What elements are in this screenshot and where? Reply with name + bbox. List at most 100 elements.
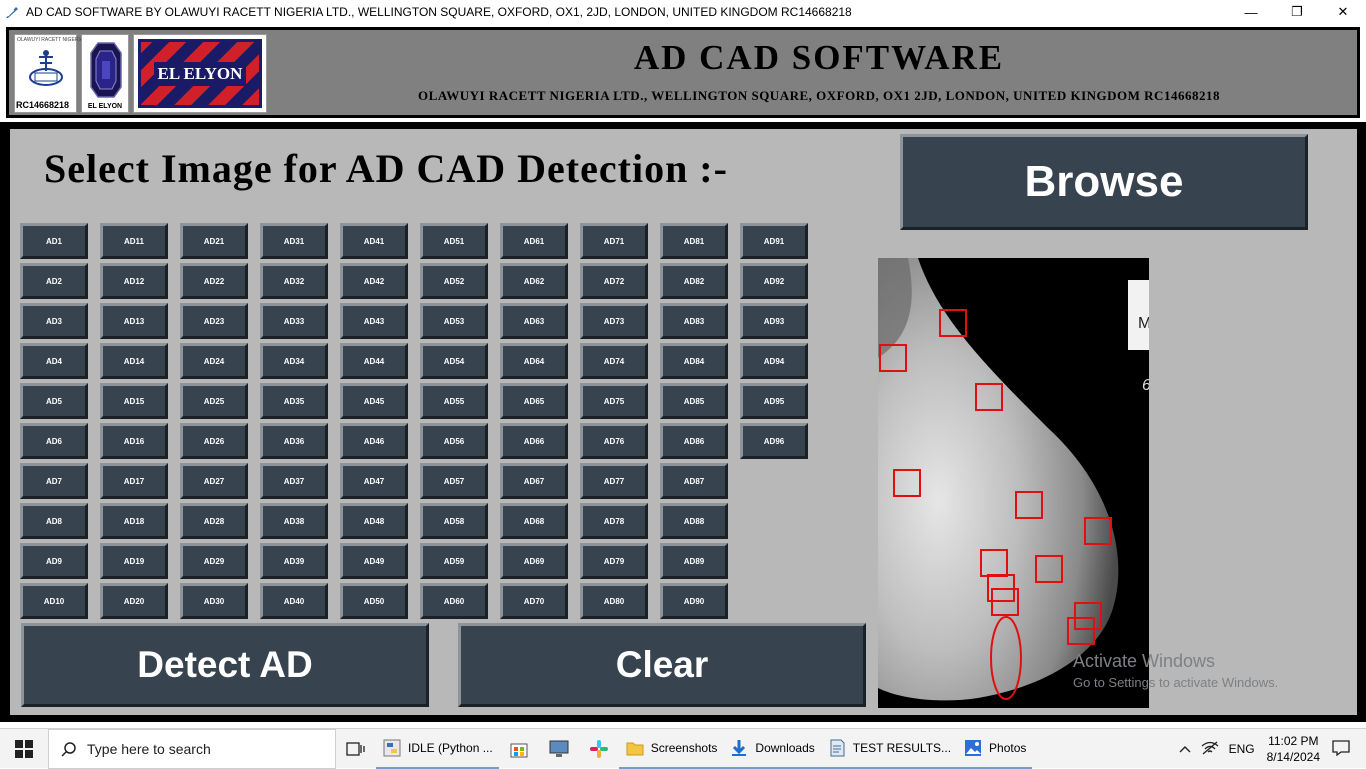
ad-image-button[interactable]: AD28 (180, 503, 248, 539)
ad-image-button[interactable]: AD22 (180, 263, 248, 299)
ad-image-button[interactable]: AD81 (660, 223, 728, 259)
browse-button[interactable]: Browse (900, 134, 1308, 230)
ad-image-button[interactable]: AD56 (420, 423, 488, 459)
ad-image-button[interactable]: AD39 (260, 543, 328, 579)
ad-image-button[interactable]: AD52 (420, 263, 488, 299)
ad-image-button[interactable]: AD25 (180, 383, 248, 419)
ad-image-button[interactable]: AD9 (20, 543, 88, 579)
ad-image-button[interactable]: AD15 (100, 383, 168, 419)
ad-image-button[interactable]: AD62 (500, 263, 568, 299)
close-button[interactable]: ✕ (1320, 0, 1366, 24)
ad-image-button[interactable]: AD48 (340, 503, 408, 539)
ad-image-button[interactable]: AD77 (580, 463, 648, 499)
ad-image-button[interactable]: AD73 (580, 303, 648, 339)
ad-image-button[interactable]: AD19 (100, 543, 168, 579)
ad-image-button[interactable]: AD89 (660, 543, 728, 579)
taskbar-clock[interactable]: 11:02 PM 8/14/2024 (1267, 733, 1320, 765)
ad-image-button[interactable]: AD31 (260, 223, 328, 259)
ad-image-button[interactable]: AD42 (340, 263, 408, 299)
ad-image-button[interactable]: AD51 (420, 223, 488, 259)
ad-image-button[interactable]: AD44 (340, 343, 408, 379)
taskbar-app-idle[interactable]: IDLE (Python ... (376, 729, 499, 769)
ad-image-button[interactable]: AD26 (180, 423, 248, 459)
ad-image-button[interactable]: AD78 (580, 503, 648, 539)
ad-image-button[interactable]: AD82 (660, 263, 728, 299)
task-view-button[interactable] (336, 729, 376, 769)
ad-image-button[interactable]: AD58 (420, 503, 488, 539)
ad-image-button[interactable]: AD65 (500, 383, 568, 419)
ad-image-button[interactable]: AD10 (20, 583, 88, 619)
ad-image-button[interactable]: AD43 (340, 303, 408, 339)
restore-button[interactable]: ❐ (1274, 0, 1320, 24)
ad-image-button[interactable]: AD49 (340, 543, 408, 579)
ad-image-button[interactable]: AD46 (340, 423, 408, 459)
ad-image-button[interactable]: AD2 (20, 263, 88, 299)
ad-image-button[interactable]: AD13 (100, 303, 168, 339)
ad-image-button[interactable]: AD69 (500, 543, 568, 579)
ad-image-button[interactable]: AD35 (260, 383, 328, 419)
ad-image-button[interactable]: AD64 (500, 343, 568, 379)
ad-image-button[interactable]: AD63 (500, 303, 568, 339)
detect-ad-button[interactable]: Detect AD (21, 623, 429, 707)
ad-image-button[interactable]: AD30 (180, 583, 248, 619)
ad-image-button[interactable]: AD12 (100, 263, 168, 299)
chevron-up-icon[interactable] (1179, 742, 1191, 756)
ad-image-button[interactable]: AD57 (420, 463, 488, 499)
ad-image-button[interactable]: AD4 (20, 343, 88, 379)
ad-image-button[interactable]: AD45 (340, 383, 408, 419)
ad-image-button[interactable]: AD34 (260, 343, 328, 379)
taskbar-monitor-button[interactable] (539, 729, 579, 769)
ad-image-button[interactable]: AD3 (20, 303, 88, 339)
ad-image-button[interactable]: AD27 (180, 463, 248, 499)
ad-image-button[interactable]: AD87 (660, 463, 728, 499)
ad-image-button[interactable]: AD38 (260, 503, 328, 539)
ad-image-button[interactable]: AD17 (100, 463, 168, 499)
ad-image-button[interactable]: AD6 (20, 423, 88, 459)
notifications-icon[interactable] (1332, 739, 1350, 759)
ad-image-button[interactable]: AD80 (580, 583, 648, 619)
ad-image-button[interactable]: AD54 (420, 343, 488, 379)
ad-image-button[interactable]: AD59 (420, 543, 488, 579)
ad-image-button[interactable]: AD74 (580, 343, 648, 379)
ad-image-button[interactable]: AD21 (180, 223, 248, 259)
ad-image-button[interactable]: AD8 (20, 503, 88, 539)
ad-image-button[interactable]: AD18 (100, 503, 168, 539)
ad-image-button[interactable]: AD84 (660, 343, 728, 379)
ad-image-button[interactable]: AD95 (740, 383, 808, 419)
taskbar-store-button[interactable] (499, 729, 539, 769)
ad-image-button[interactable]: AD61 (500, 223, 568, 259)
ad-image-button[interactable]: AD33 (260, 303, 328, 339)
ad-image-button[interactable]: AD85 (660, 383, 728, 419)
ad-image-button[interactable]: AD75 (580, 383, 648, 419)
language-indicator[interactable]: ENG (1229, 742, 1255, 756)
ad-image-button[interactable]: AD71 (580, 223, 648, 259)
ad-image-button[interactable]: AD55 (420, 383, 488, 419)
taskbar-app-downloads[interactable]: Downloads (723, 729, 821, 769)
ad-image-button[interactable]: AD40 (260, 583, 328, 619)
ad-image-button[interactable]: AD94 (740, 343, 808, 379)
ad-image-button[interactable]: AD41 (340, 223, 408, 259)
ad-image-button[interactable]: AD24 (180, 343, 248, 379)
taskbar-search-box[interactable]: Type here to search (48, 728, 336, 769)
clear-button[interactable]: Clear (458, 623, 866, 707)
taskbar-app-photos[interactable]: Photos (957, 729, 1033, 769)
ad-image-button[interactable]: AD70 (500, 583, 568, 619)
ad-image-button[interactable]: AD53 (420, 303, 488, 339)
ad-image-button[interactable]: AD91 (740, 223, 808, 259)
ad-image-button[interactable]: AD20 (100, 583, 168, 619)
ad-image-button[interactable]: AD68 (500, 503, 568, 539)
ad-image-button[interactable]: AD7 (20, 463, 88, 499)
ad-image-button[interactable]: AD83 (660, 303, 728, 339)
network-offline-icon[interactable] (1201, 741, 1219, 758)
ad-image-button[interactable]: AD36 (260, 423, 328, 459)
ad-image-button[interactable]: AD93 (740, 303, 808, 339)
ad-image-button[interactable]: AD76 (580, 423, 648, 459)
ad-image-button[interactable]: AD11 (100, 223, 168, 259)
ad-image-button[interactable]: AD60 (420, 583, 488, 619)
ad-image-button[interactable]: AD86 (660, 423, 728, 459)
ad-image-button[interactable]: AD79 (580, 543, 648, 579)
ad-image-button[interactable]: AD92 (740, 263, 808, 299)
ad-image-button[interactable]: AD32 (260, 263, 328, 299)
ad-image-button[interactable]: AD14 (100, 343, 168, 379)
ad-image-button[interactable]: AD66 (500, 423, 568, 459)
